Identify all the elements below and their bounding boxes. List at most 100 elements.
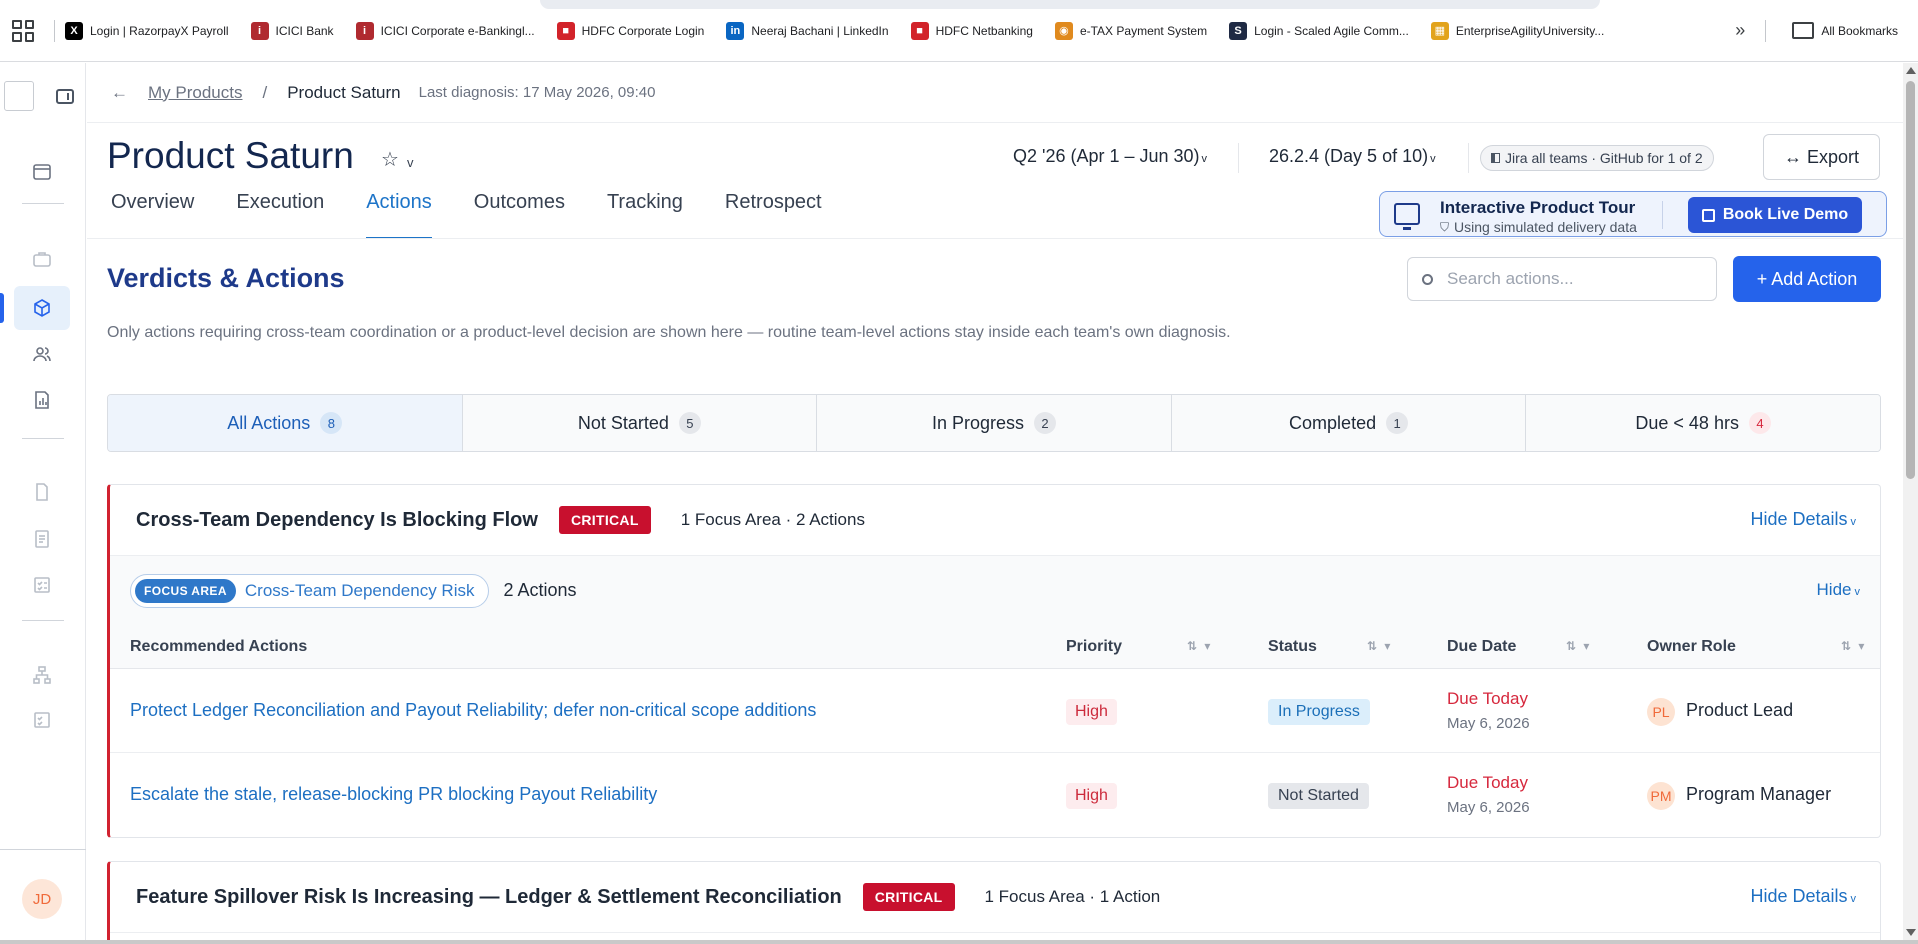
search-placeholder: Search actions... <box>1447 269 1574 288</box>
folder-icon <box>1792 22 1815 39</box>
vertical-scrollbar[interactable] <box>1903 63 1918 944</box>
sort-filter-icon[interactable]: ⇅ ▾ <box>1367 639 1392 653</box>
bookmark-item[interactable]: i ICICI Bank <box>250 21 334 40</box>
verdict-header: Cross-Team Dependency Is Blocking Flow C… <box>110 485 1880 555</box>
quarter-selector[interactable]: Q2 '26 (Apr 1 – Jun 30) v <box>1013 146 1207 167</box>
focus-area-pill[interactable]: FOCUS AREA Cross-Team Dependency Risk <box>130 573 490 608</box>
column-header-due-date[interactable]: Due Date <box>1447 638 1516 656</box>
horizontal-scrollbar[interactable] <box>0 940 1918 944</box>
filter-tab[interactable]: Due < 48 hrs 4 <box>1526 395 1880 451</box>
back-arrow-icon[interactable]: ← <box>111 83 128 103</box>
breadcrumb-my-products[interactable]: My Products <box>148 83 242 103</box>
focus-area-tag: FOCUS AREA <box>135 578 236 603</box>
last-diagnosis-text: Last diagnosis: 17 May 2026, 09:40 <box>418 84 656 101</box>
tab-retrospect[interactable]: Retrospect <box>725 183 822 239</box>
verdict-card: Cross-Team Dependency Is Blocking Flow C… <box>107 484 1881 838</box>
status-filter-tabs: All Actions 8 Not Started 5 In Progress 2 Comp… <box>107 394 1881 452</box>
hide-details-toggle[interactable]: Hide Details v <box>1750 509 1856 530</box>
main-content: ← My Products / Product Saturn Last diag… <box>87 63 1903 944</box>
column-header-priority[interactable]: Priority <box>1066 638 1122 656</box>
reports-icon[interactable] <box>31 389 53 411</box>
sort-filter-icon[interactable]: ⇅ ▾ <box>1566 639 1591 653</box>
notes-icon[interactable] <box>31 528 53 550</box>
sort-filter-icon[interactable]: ⇅ ▾ <box>1187 639 1212 653</box>
apps-grid-icon[interactable] <box>12 19 34 42</box>
column-header-status[interactable]: Status <box>1268 638 1317 656</box>
all-bookmarks-button[interactable]: All Bookmarks <box>1792 22 1898 39</box>
tab-tracking[interactable]: Tracking <box>607 183 683 239</box>
focus-area-hide-toggle[interactable]: Hide v <box>1817 580 1860 600</box>
tab-actions[interactable]: Actions <box>366 183 432 239</box>
due-label: Due Today <box>1447 773 1528 792</box>
tour-divider <box>1662 201 1663 229</box>
scroll-down-arrow-icon[interactable] <box>1906 929 1916 936</box>
hide-details-toggle[interactable]: Hide Details v <box>1750 886 1856 907</box>
status-badge: In Progress <box>1268 699 1370 725</box>
favorite-star-icon[interactable]: ☆ <box>381 147 399 172</box>
teams-icon[interactable] <box>31 343 53 365</box>
action-link[interactable]: Protect Ledger Reconciliation and Payout… <box>130 700 816 721</box>
header-divider <box>1238 143 1239 173</box>
breadcrumb: ← My Products / Product Saturn Last diag… <box>87 63 1903 123</box>
action-link[interactable]: Escalate the stale, release-blocking PR … <box>130 784 657 805</box>
export-button[interactable]: ↔ Export <box>1763 134 1880 180</box>
section-description: Only actions requiring cross-team coordi… <box>107 324 1231 341</box>
add-action-button[interactable]: + Add Action <box>1733 256 1881 302</box>
all-bookmarks-label: All Bookmarks <box>1821 23 1898 38</box>
dashboard-icon[interactable] <box>31 161 53 183</box>
bookmark-item[interactable]: ▦ EnterpriseAgilityUniversity... <box>1430 21 1604 40</box>
sort-filter-icon[interactable]: ⇅ ▾ <box>1841 639 1866 653</box>
header-divider <box>1468 143 1469 173</box>
x-logo-icon: X <box>65 21 83 40</box>
address-bar-edge <box>540 0 1600 9</box>
filter-tab[interactable]: All Actions 8 <box>108 395 463 451</box>
tab-overview[interactable]: Overview <box>111 183 194 239</box>
bookmarks-list: X Login | RazorpayX Payroll i ICICI Bank i IC… <box>65 21 1626 40</box>
bookmark-item[interactable]: in Neeraj Bachani | LinkedIn <box>726 21 889 40</box>
tab-execution[interactable]: Execution <box>236 183 324 239</box>
task-list-icon[interactable] <box>31 709 53 731</box>
bookmark-label: HDFC Corporate Login <box>581 23 705 38</box>
document-icon[interactable] <box>31 481 53 503</box>
bookmark-item[interactable]: ◉ e-TAX Payment System <box>1054 21 1207 40</box>
bookmark-item[interactable]: S Login - Scaled Agile Comm... <box>1229 21 1409 40</box>
checklist-icon[interactable] <box>31 574 53 596</box>
org-chart-icon[interactable] <box>31 664 53 686</box>
filter-tab[interactable]: Not Started 5 <box>462 395 818 451</box>
products-cube-icon[interactable] <box>31 297 53 319</box>
bookmark-item[interactable]: ■ HDFC Corporate Login <box>556 21 705 40</box>
filter-tab[interactable]: Completed 1 <box>1171 395 1527 451</box>
search-input[interactable]: Search actions... <box>1407 257 1717 301</box>
product-switcher-chevron-icon[interactable]: v <box>407 155 414 170</box>
book-live-demo-button[interactable]: Book Live Demo <box>1688 197 1862 233</box>
filter-tab[interactable]: In Progress 2 <box>817 395 1172 451</box>
interactive-tour-banner: Interactive Product Tour ⛉ Using simulat… <box>1379 191 1887 237</box>
briefcase-icon[interactable] <box>31 248 53 270</box>
hide-details-label: Hide Details <box>1750 509 1848 529</box>
rail-divider <box>22 203 64 204</box>
scrollbar-thumb[interactable] <box>1906 81 1915 479</box>
data-source-badge[interactable]: Jira all teams · GitHub for 1 of 2 <box>1480 145 1714 171</box>
column-header-owner-role[interactable]: Owner Role <box>1647 638 1736 656</box>
bookmark-item[interactable]: X Login | RazorpayX Payroll <box>65 21 229 40</box>
filter-count-badge: 8 <box>320 412 343 434</box>
app-logo <box>4 81 34 111</box>
verdict-meta: 1 Focus Area · 1 Action <box>984 887 1161 906</box>
bookmark-label: Login | RazorpayX Payroll <box>90 23 229 38</box>
user-avatar[interactable]: JD <box>22 879 62 919</box>
bookmarks-overflow-button[interactable]: » <box>1735 20 1745 41</box>
owner-role: Product Lead <box>1686 700 1794 720</box>
tab-outcomes[interactable]: Outcomes <box>474 183 565 239</box>
scroll-up-arrow-icon[interactable] <box>1906 67 1916 74</box>
filter-count-badge: 1 <box>1386 412 1409 434</box>
sidebar-toggle-icon[interactable] <box>56 89 74 104</box>
owner-avatar: PM <box>1647 782 1675 810</box>
filter-count-badge: 5 <box>678 412 701 434</box>
release-selector[interactable]: 26.2.4 (Day 5 of 10) v <box>1269 146 1436 167</box>
severity-badge: CRITICAL <box>558 506 651 534</box>
due-label: Due Today <box>1447 689 1528 708</box>
focus-area-name: Cross-Team Dependency Risk <box>244 580 475 600</box>
left-rail: JD <box>0 63 86 944</box>
bookmark-item[interactable]: i ICICI Corporate e-Bankingl... <box>355 21 535 40</box>
bookmark-item[interactable]: ■ HDFC Netbanking <box>910 21 1033 40</box>
